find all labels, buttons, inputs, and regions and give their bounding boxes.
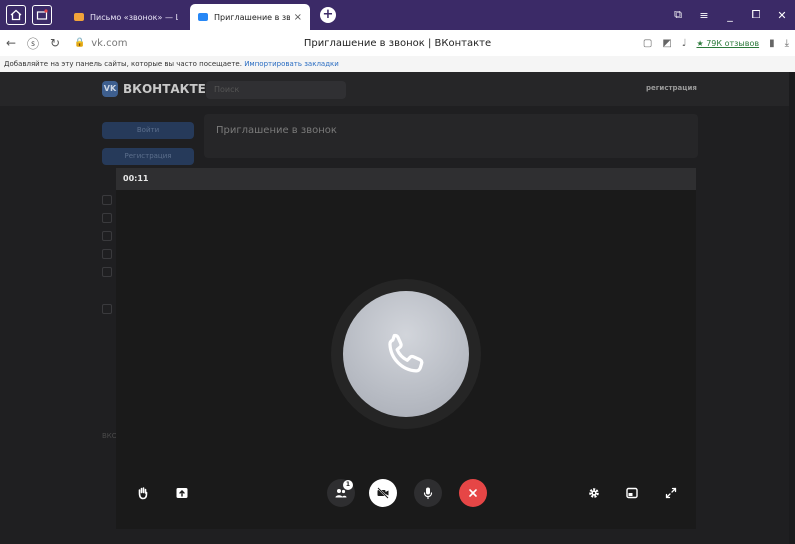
call-top-bar: 00:11 bbox=[116, 168, 696, 190]
vk-logo[interactable]: VK ВКОНТАКТЕ bbox=[102, 81, 206, 97]
camera-off-icon bbox=[377, 487, 389, 499]
bookmark-hint: Добавляйте на эту панель сайты, которые … bbox=[4, 60, 242, 68]
tab-mail[interactable]: Письмо «звонок» — ЦРО bbox=[66, 4, 186, 30]
settings-icon bbox=[589, 488, 599, 498]
camera-toggle-button[interactable] bbox=[369, 479, 397, 507]
fullscreen-icon bbox=[665, 487, 677, 499]
mic-permission-icon[interactable]: ♩ bbox=[682, 38, 687, 49]
tabs-icon bbox=[36, 9, 48, 20]
people-icon[interactable] bbox=[102, 231, 112, 241]
browser-tab-strip: Письмо «звонок» — ЦРО Приглашение в звон… bbox=[0, 0, 795, 30]
settings-button[interactable] bbox=[583, 482, 605, 504]
participants-count-badge: 1 bbox=[343, 480, 353, 490]
page-scrollbar[interactable] bbox=[789, 72, 795, 544]
vk-footer-text: ВКО bbox=[102, 432, 118, 440]
camera-permission-icon[interactable]: ◩ bbox=[662, 38, 671, 49]
caller-avatar bbox=[343, 291, 469, 417]
globe-icon[interactable] bbox=[102, 213, 112, 223]
menu-icon[interactable]: ≡ bbox=[691, 9, 717, 22]
vk-favicon-icon bbox=[198, 13, 208, 21]
microphone-button[interactable] bbox=[414, 479, 442, 507]
collections-icon[interactable]: ⧉ bbox=[665, 8, 691, 22]
yandex-icon[interactable]: ⓢ bbox=[22, 35, 44, 52]
vk-search-input[interactable]: Поиск bbox=[206, 81, 346, 99]
tabs-panel-button[interactable] bbox=[32, 5, 52, 25]
vk-register-button[interactable]: Регистрация bbox=[102, 148, 194, 165]
music-icon[interactable] bbox=[102, 195, 112, 205]
home-button[interactable] bbox=[6, 5, 26, 25]
screen-share-icon bbox=[176, 488, 188, 498]
vk-invite-card: Приглашение в звонок bbox=[204, 114, 698, 158]
phone-icon[interactable] bbox=[102, 304, 112, 314]
participants-button[interactable]: 1 bbox=[327, 479, 355, 507]
close-window-icon[interactable]: ✕ bbox=[769, 9, 795, 22]
fullscreen-button[interactable] bbox=[660, 482, 682, 504]
microphone-icon bbox=[423, 487, 433, 500]
download-icon[interactable]: ⤓ bbox=[785, 38, 789, 49]
vk-logo-name: ВКОНТАКТЕ bbox=[123, 82, 206, 96]
minimize-icon[interactable]: _ bbox=[717, 9, 743, 22]
vk-logo-mark: VK bbox=[102, 81, 118, 97]
reload-icon[interactable]: ↻ bbox=[44, 36, 66, 50]
window-controls: ⧉ ≡ _ ⧠ ✕ bbox=[665, 0, 795, 30]
tab-call-invite[interactable]: Приглашение в звонок × bbox=[190, 4, 310, 30]
screen-share-button[interactable] bbox=[171, 482, 193, 504]
end-call-icon bbox=[469, 489, 477, 497]
call-window: 00:11 1 bbox=[116, 168, 696, 529]
reviews-link[interactable]: ★ 79К отзывов bbox=[696, 39, 759, 48]
home-icon bbox=[10, 9, 22, 21]
back-arrow-icon[interactable]: ← bbox=[0, 36, 22, 50]
minimize-window-icon bbox=[626, 487, 638, 499]
bookmarks-bar: Добавляйте на эту панель сайты, которые … bbox=[0, 56, 795, 72]
vk-header: VK ВКОНТАКТЕ Поиск регистрация bbox=[0, 72, 795, 106]
raise-hand-icon bbox=[138, 487, 148, 500]
vk-card-title: Приглашение в звонок bbox=[216, 125, 337, 136]
apps-icon[interactable] bbox=[102, 249, 112, 259]
bookmark-icon[interactable]: ▮ bbox=[769, 38, 775, 49]
tab-title: Приглашение в звонок bbox=[214, 12, 290, 22]
new-tab-button[interactable]: + bbox=[320, 7, 336, 23]
call-timer: 00:11 bbox=[123, 174, 149, 183]
phone-handset-icon bbox=[388, 333, 424, 373]
address-bar: ← ⓢ ↻ 🔒 vk.com Приглашение в звонок | ВК… bbox=[0, 30, 795, 56]
minimize-window-button[interactable] bbox=[621, 482, 643, 504]
vk-login-button[interactable]: Войти bbox=[102, 122, 194, 139]
raise-hand-button[interactable] bbox=[132, 482, 154, 504]
mail-favicon-icon bbox=[74, 13, 84, 21]
reader-mode-icon[interactable]: ▢ bbox=[643, 38, 652, 49]
url-field[interactable]: vk.com bbox=[91, 38, 127, 49]
tab-title: Письмо «звонок» — ЦРО bbox=[90, 12, 178, 22]
lock-icon[interactable]: 🔒 bbox=[74, 38, 85, 48]
end-call-button[interactable] bbox=[459, 479, 487, 507]
restore-icon[interactable]: ⧠ bbox=[743, 8, 769, 22]
vk-register-link[interactable]: регистрация bbox=[646, 84, 697, 92]
close-tab-icon[interactable]: × bbox=[294, 12, 302, 23]
games-icon[interactable] bbox=[102, 267, 112, 277]
import-bookmarks-link[interactable]: Импортировать закладки bbox=[244, 60, 339, 68]
